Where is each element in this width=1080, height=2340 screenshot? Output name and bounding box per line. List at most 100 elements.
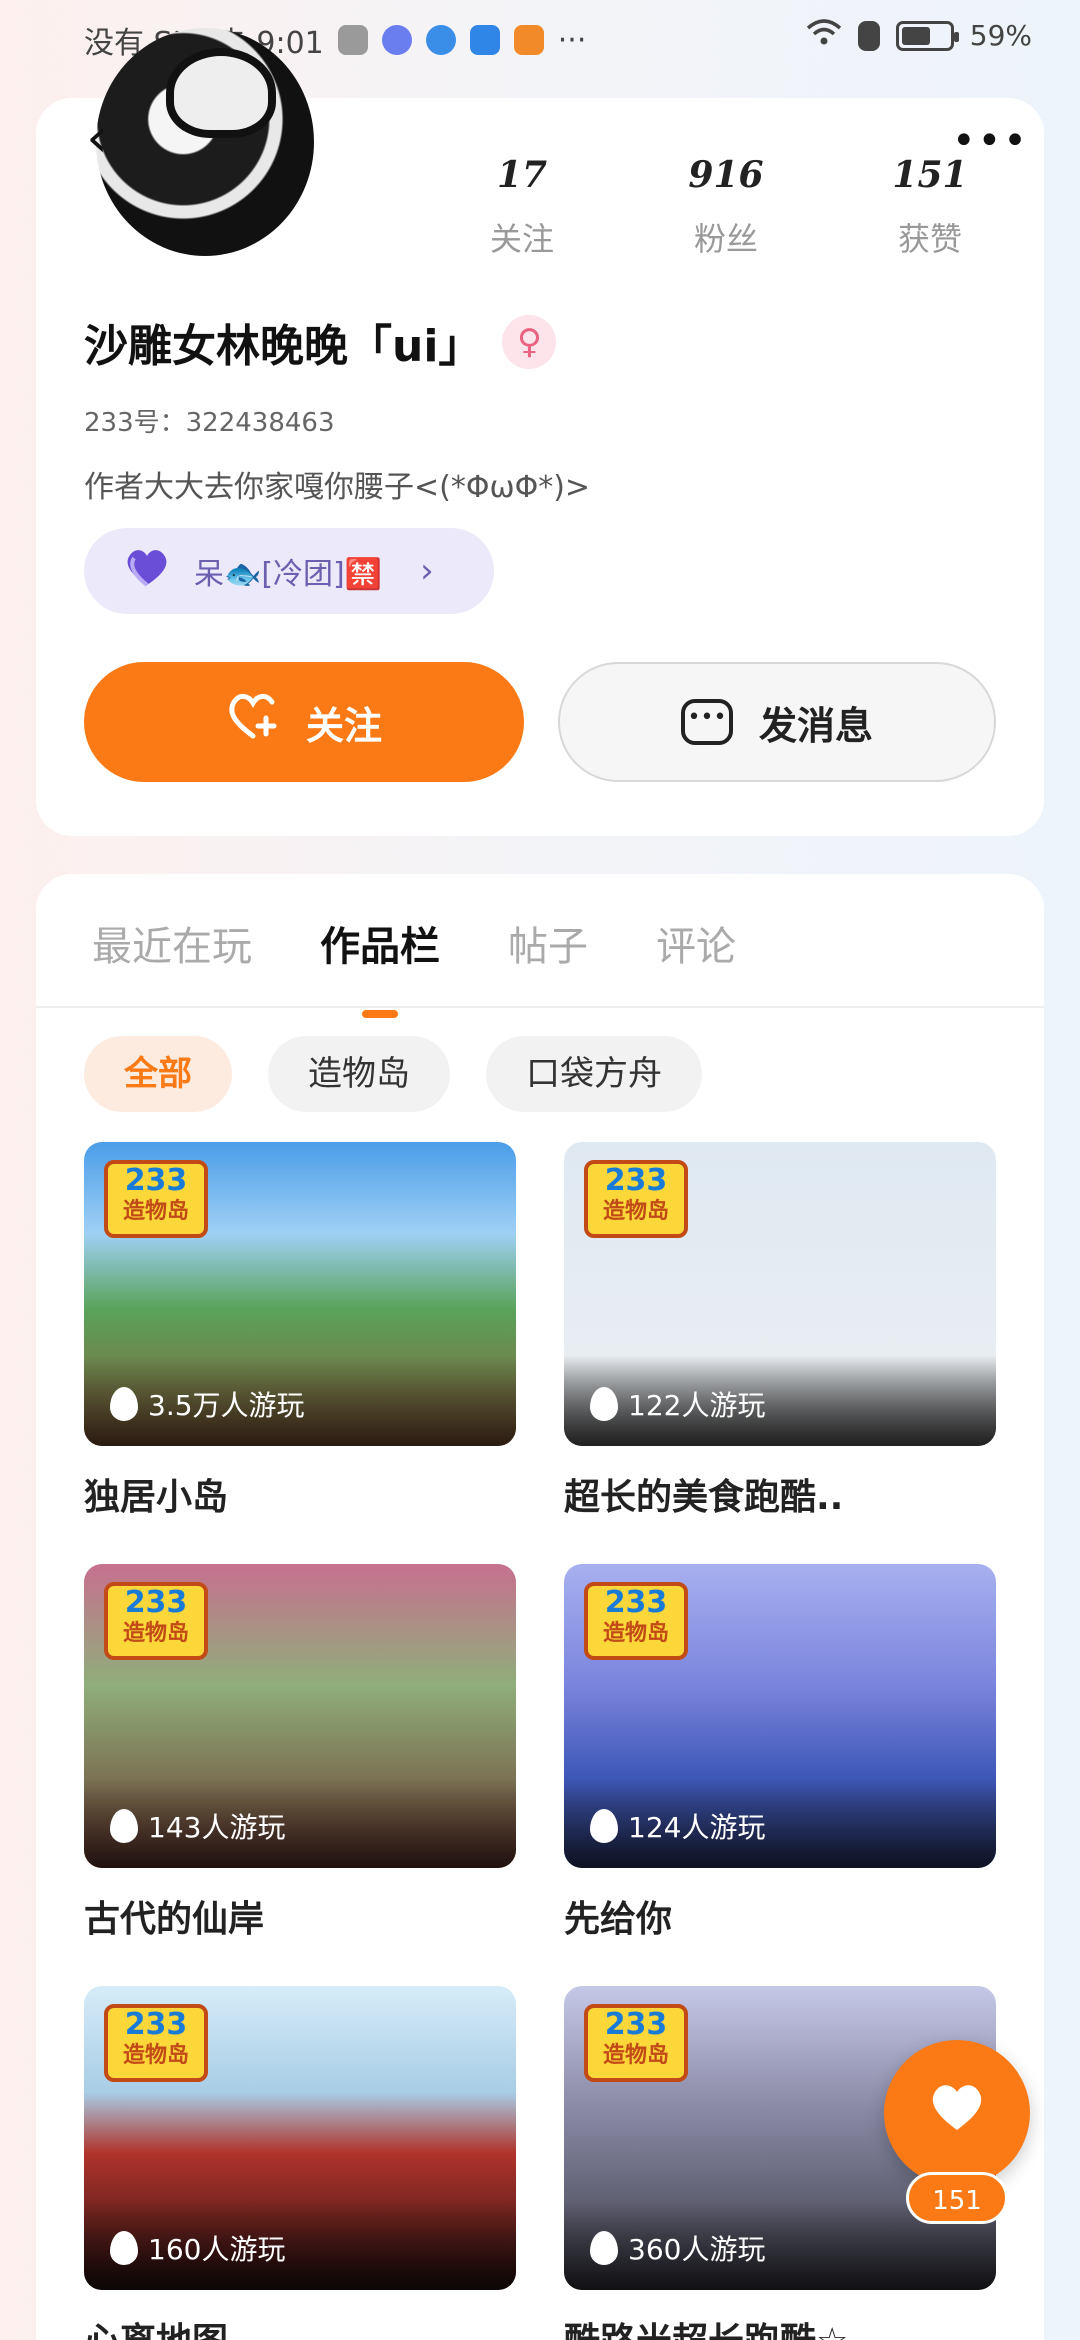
tab-recent[interactable]: 最近在玩 bbox=[92, 914, 252, 972]
play-count-text: 124人游玩 bbox=[628, 1811, 766, 1844]
status-right: 59% bbox=[806, 18, 1032, 53]
tab-recent-label: 最近在玩 bbox=[92, 924, 252, 970]
work-card[interactable]: 233 造物岛 143人游玩 古代的仙岸 bbox=[84, 1564, 516, 1942]
heart-icon bbox=[927, 2076, 987, 2150]
play-count: 160人游玩 bbox=[110, 2228, 285, 2268]
logo-line2: 造物岛 bbox=[122, 1621, 189, 1646]
work-thumbnail: 233 造物岛 122人游玩 bbox=[564, 1142, 996, 1446]
user-bio: 作者大大去你家嘎你腰子<(*ΦωΦ*)> bbox=[84, 470, 591, 505]
creation-island-logo: 233 造物岛 bbox=[104, 1160, 208, 1238]
stat-likes-value: 151 bbox=[892, 154, 968, 196]
group-badge[interactable]: 呆🐟[冷团]🈲 › bbox=[84, 528, 494, 614]
work-title: 心离地图 bbox=[84, 2312, 516, 2340]
logo-line1: 233 bbox=[124, 1585, 188, 1620]
active-tab-indicator bbox=[362, 1010, 398, 1018]
username-row: 沙雕女林晚晚「ui」 ♀ bbox=[84, 310, 557, 374]
heart-icon bbox=[124, 547, 170, 596]
work-title: 酷路米超长跑酷☆ bbox=[564, 2312, 996, 2340]
logo-line1: 233 bbox=[604, 2007, 668, 2042]
alert-icon bbox=[857, 20, 880, 51]
logo-line2: 造物岛 bbox=[602, 1621, 669, 1646]
work-thumbnail: 233 造物岛 124人游玩 bbox=[564, 1564, 996, 1868]
like-count: 151 bbox=[906, 2172, 1008, 2224]
weather-icon bbox=[469, 25, 500, 55]
work-card[interactable]: 233 造物岛 122人游玩 超长的美食跑酷.. bbox=[564, 1142, 996, 1520]
wifi-icon bbox=[806, 18, 842, 53]
play-count-text: 122人游玩 bbox=[628, 1389, 766, 1422]
logo-line1: 233 bbox=[604, 1163, 668, 1198]
battery-percent: 59% bbox=[969, 19, 1032, 52]
creation-island-logo: 233 造物岛 bbox=[584, 1160, 688, 1238]
battery-icon bbox=[895, 20, 959, 51]
browser-icon bbox=[425, 25, 456, 55]
play-count-text: 3.5万人游玩 bbox=[148, 1389, 305, 1422]
video-icon bbox=[513, 25, 544, 55]
creation-island-logo: 233 造物岛 bbox=[104, 2004, 208, 2082]
play-count: 143人游玩 bbox=[110, 1806, 285, 1846]
back-button[interactable]: ‹ bbox=[72, 108, 122, 168]
chip-all[interactable]: 全部 bbox=[84, 1036, 232, 1112]
work-title: 独居小岛 bbox=[84, 1477, 229, 1518]
chip-pocket-ark[interactable]: 口袋方舟 bbox=[486, 1036, 702, 1112]
work-card[interactable]: 233 造物岛 124人游玩 先给你 bbox=[564, 1564, 996, 1942]
play-count: 122人游玩 bbox=[590, 1384, 765, 1424]
stat-likes[interactable]: 151 获赞 bbox=[860, 154, 1000, 260]
like-fab-button[interactable] bbox=[884, 2040, 1030, 2186]
flame-icon bbox=[110, 1809, 138, 1843]
work-card[interactable]: 233造物岛 160人游玩 心离地图 bbox=[84, 1986, 516, 2340]
follow-button[interactable]: 关注 bbox=[84, 662, 524, 782]
message-label: 发消息 bbox=[758, 703, 873, 748]
tab-posts-label: 帖子 bbox=[508, 924, 588, 970]
divider bbox=[36, 1006, 1044, 1008]
group-name: 呆🐟[冷团]🈲 bbox=[194, 557, 383, 592]
play-count-text: 360人游玩 bbox=[628, 2233, 766, 2266]
chip-creation-island[interactable]: 造物岛 bbox=[268, 1036, 450, 1112]
stat-following-label: 关注 bbox=[489, 220, 554, 258]
flame-icon bbox=[590, 1387, 618, 1421]
play-count: 124人游玩 bbox=[590, 1806, 765, 1846]
stat-following-value: 17 bbox=[496, 154, 548, 196]
avatar[interactable] bbox=[96, 28, 314, 256]
stat-followers[interactable]: 916 粉丝 bbox=[656, 154, 796, 260]
logo-line2: 造物岛 bbox=[122, 1199, 189, 1224]
music-icon bbox=[381, 25, 412, 55]
back-icon: ‹ bbox=[86, 106, 108, 169]
chat-icon: ••• bbox=[680, 699, 733, 745]
tab-bar: 最近在玩 作品栏 帖子 评论 bbox=[92, 914, 804, 1018]
stat-following[interactable]: 17 关注 bbox=[452, 154, 592, 260]
message-button[interactable]: ••• 发消息 bbox=[558, 662, 996, 782]
more-notifications: ··· bbox=[557, 22, 587, 58]
chevron-right-icon: › bbox=[420, 551, 434, 591]
work-title: 古代的仙岸 bbox=[84, 1899, 265, 1940]
logo-line2: 造物岛 bbox=[602, 2043, 669, 2068]
tab-comments[interactable]: 评论 bbox=[656, 914, 736, 972]
creation-island-logo: 233 造物岛 bbox=[584, 2004, 688, 2082]
play-count-text: 143人游玩 bbox=[148, 1811, 286, 1844]
tab-comments-label: 评论 bbox=[656, 924, 736, 970]
logo-line1: 233 bbox=[124, 1163, 188, 1198]
flame-icon bbox=[110, 1387, 138, 1421]
work-thumbnail: 233 造物岛 160人游玩 bbox=[84, 1986, 516, 2290]
play-count-text: 160人游玩 bbox=[148, 2233, 286, 2266]
flame-icon bbox=[110, 2231, 138, 2265]
flame-icon bbox=[590, 1809, 618, 1843]
flame-icon bbox=[590, 2231, 618, 2265]
logo-line2: 造物岛 bbox=[122, 2043, 189, 2068]
follow-label: 关注 bbox=[305, 703, 382, 748]
female-icon: ♀ bbox=[502, 315, 557, 369]
tab-works-label: 作品栏 bbox=[320, 924, 440, 970]
wechat-icon bbox=[337, 25, 368, 55]
heart-plus-icon bbox=[226, 692, 280, 752]
logo-line1: 233 bbox=[604, 1585, 668, 1620]
play-count: 360人游玩 bbox=[590, 2228, 765, 2268]
work-thumbnail: 233 造物岛 3.5万人游玩 bbox=[84, 1142, 516, 1446]
work-title: 先给你 bbox=[564, 1899, 673, 1940]
stat-likes-label: 获赞 bbox=[897, 220, 962, 258]
tab-works[interactable]: 作品栏 bbox=[320, 914, 440, 1018]
creation-island-logo: 233 造物岛 bbox=[104, 1582, 208, 1660]
work-title: 超长的美食跑酷.. bbox=[564, 1477, 844, 1518]
play-count: 3.5万人游玩 bbox=[110, 1384, 305, 1424]
tab-posts[interactable]: 帖子 bbox=[508, 914, 588, 972]
work-card[interactable]: 233 造物岛 3.5万人游玩 独居小岛 bbox=[84, 1142, 516, 1520]
logo-line1: 233 bbox=[124, 2007, 188, 2042]
